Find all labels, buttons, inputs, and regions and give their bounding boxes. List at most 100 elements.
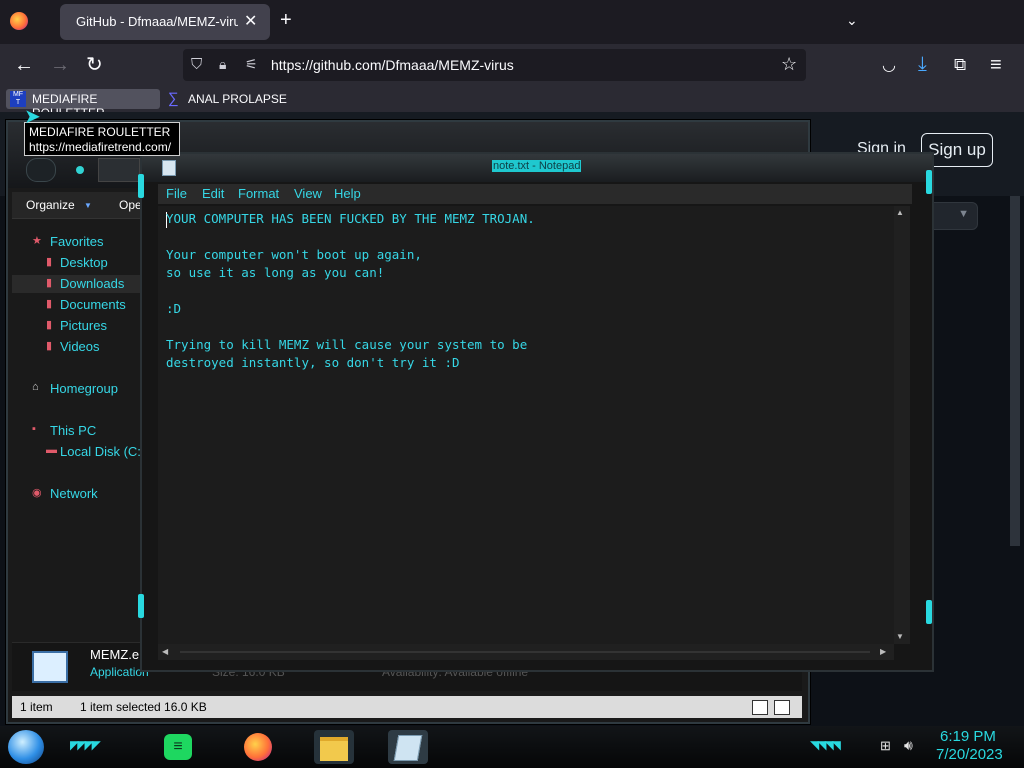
spotify-logo-icon: ≡ [164, 734, 192, 760]
menu-hamburger-icon[interactable]: ≡ [990, 55, 1002, 75]
browser-tab-bar: GitHub - Dfmaaa/MEMZ-virus: ✕ + ⌄ [0, 0, 1024, 44]
menu-help[interactable]: Help [334, 186, 361, 201]
taskbar: ◤◤◤◤ ≡ ◥◥◥◥ ⊞ 🔊︎ 6:19 PM 7/20/2023 [0, 726, 1024, 768]
pictures-icon: ▮ [46, 319, 53, 331]
extensions-icon[interactable]: ⧉ [954, 55, 966, 75]
lock-icon[interactable]: 🔒︎ [219, 56, 226, 73]
taskbar-decoration: ◤◤◤◤ [70, 738, 101, 752]
nav-local-disk[interactable]: Local Disk (C: [60, 444, 141, 459]
details-view-icon[interactable] [752, 700, 768, 715]
url-text[interactable]: https://github.com/Dfmaaa/MEMZ-virus [271, 57, 514, 73]
chevron-down-icon: ▼ [84, 201, 92, 210]
new-tab-button[interactable]: + [280, 10, 292, 30]
chevron-down-icon: ▼ [958, 208, 969, 220]
downloads-icon[interactable]: ⤓ [918, 54, 927, 74]
network-tray-icon[interactable]: ⊞ [880, 738, 891, 754]
notepad-text-area[interactable]: YOUR COMPUTER HAS BEEN FUCKED BY THE MEM… [158, 206, 894, 644]
local-disk-icon: ▬ [46, 444, 57, 456]
scroll-left-arrow-icon[interactable]: ◀ [162, 647, 168, 656]
frame-accent [138, 594, 144, 618]
clock-time[interactable]: 6:19 PM [940, 728, 996, 745]
nav-pictures[interactable]: Pictures [60, 318, 107, 333]
forward-arrow-icon[interactable]: → [50, 55, 70, 75]
large-icons-view-icon[interactable] [774, 700, 790, 715]
homegroup-icon: ⌂ [32, 381, 39, 393]
nav-downloads[interactable]: Downloads [60, 276, 124, 291]
file-name: MEMZ.e [90, 647, 140, 662]
bookmark-label: ANAL PROLAPSE [188, 92, 287, 106]
sigma-favicon-icon: ∑ [168, 90, 179, 107]
menu-format[interactable]: Format [238, 186, 279, 201]
item-count: 1 item [20, 700, 53, 714]
volume-icon[interactable]: 🔊︎ [904, 737, 913, 754]
favorites-star-icon: ★ [32, 235, 42, 247]
permissions-icon[interactable]: ⚟ [245, 56, 258, 73]
notepad-app-icon [162, 160, 176, 176]
nav-desktop[interactable]: Desktop [60, 255, 108, 270]
menu-edit[interactable]: Edit [202, 186, 224, 201]
this-pc-icon: ▪ [32, 423, 36, 435]
tab-list-chevron-icon[interactable]: ⌄ [846, 12, 858, 29]
frame-accent [926, 600, 932, 624]
horizontal-scrollbar[interactable]: ◀ ▶ [158, 644, 894, 660]
bookmark-anal-prolapse[interactable]: ∑ ANAL PROLAPSE [168, 89, 288, 109]
clock-date[interactable]: 7/20/2023 [936, 746, 1003, 763]
notepad-taskbar-icon[interactable] [388, 730, 428, 764]
tooltip-title: MEDIAFIRE ROULETTER [29, 125, 171, 139]
url-bar[interactable]: ⛉ 🔒︎ ⚟ https://github.com/Dfmaaa/MEMZ-vi… [183, 49, 806, 81]
application-file-icon [32, 651, 68, 683]
browser-tab-github[interactable]: GitHub - Dfmaaa/MEMZ-virus: ✕ [60, 4, 270, 40]
back-arrow-icon[interactable]: ← [14, 55, 34, 75]
notepad-titlebar[interactable]: note.txt - Notepad [142, 154, 932, 182]
nav-indicator-icon [76, 166, 84, 174]
nav-this-pc[interactable]: This PC [50, 423, 96, 438]
menu-file[interactable]: File [166, 186, 187, 201]
network-icon: ◉ [32, 487, 42, 499]
notepad-logo-icon [393, 735, 423, 761]
firefox-icon[interactable] [238, 730, 278, 764]
notepad-title: note.txt - Notepad [492, 160, 582, 172]
status-bar: 1 item 1 item selected 16.0 KB [12, 696, 802, 718]
firefox-logo-icon [244, 733, 272, 761]
vertical-scrollbar[interactable]: ▲ ▼ [894, 206, 910, 644]
spotify-icon[interactable]: ≡ [158, 730, 198, 764]
tab-close-icon[interactable]: ✕ [244, 11, 257, 31]
desktop-icon: ▮ [46, 256, 53, 268]
file-explorer-icon[interactable] [314, 730, 354, 764]
videos-icon: ▮ [46, 340, 53, 352]
notepad-window: note.txt - Notepad File Edit Format View… [138, 152, 934, 672]
notepad-content[interactable]: YOUR COMPUTER HAS BEEN FUCKED BY THE MEM… [166, 210, 886, 372]
frame-accent [926, 170, 932, 194]
menu-view[interactable]: View [294, 186, 322, 201]
nav-homegroup[interactable]: Homegroup [50, 381, 118, 396]
explorer-back-button[interactable] [26, 158, 56, 182]
folder-icon [320, 737, 348, 761]
reload-icon[interactable]: ↻ [86, 55, 103, 75]
nav-videos[interactable]: Videos [60, 339, 100, 354]
tooltip-url: https://mediafiretrend.com/ [29, 140, 172, 154]
nav-network[interactable]: Network [50, 486, 98, 501]
firefox-view-icon[interactable] [10, 12, 28, 30]
nav-documents[interactable]: Documents [60, 297, 126, 312]
scroll-right-arrow-icon[interactable]: ▶ [880, 647, 886, 656]
organize-button[interactable]: Organize [26, 198, 75, 212]
pocket-icon[interactable]: ◡ [882, 56, 896, 76]
open-button[interactable]: Ope [119, 198, 142, 212]
recent-locations-button[interactable] [98, 158, 140, 182]
downloads-folder-icon: ▮ [46, 277, 53, 289]
taskbar-decoration: ◥◥◥◥ [810, 738, 841, 752]
start-button[interactable] [8, 730, 44, 764]
frame-accent [138, 174, 144, 198]
notepad-menubar: File Edit Format View Help [158, 184, 912, 204]
tab-title: GitHub - Dfmaaa/MEMZ-virus: [76, 14, 238, 29]
scroll-up-arrow-icon[interactable]: ▲ [896, 208, 904, 217]
bookmark-star-icon[interactable]: ☆ [781, 54, 797, 75]
tracking-shield-icon[interactable]: ⛉ [191, 56, 202, 73]
scrollbar-track[interactable] [180, 651, 870, 653]
nav-favorites[interactable]: Favorites [50, 234, 103, 249]
page-scrollbar[interactable] [1010, 196, 1020, 546]
scroll-down-arrow-icon[interactable]: ▼ [896, 632, 904, 641]
navigation-pane: ★ Favorites ▮ Desktop ▮ Downloads ▮ Docu… [12, 220, 148, 640]
documents-icon: ▮ [46, 298, 53, 310]
selection-info: 1 item selected 16.0 KB [80, 700, 207, 714]
